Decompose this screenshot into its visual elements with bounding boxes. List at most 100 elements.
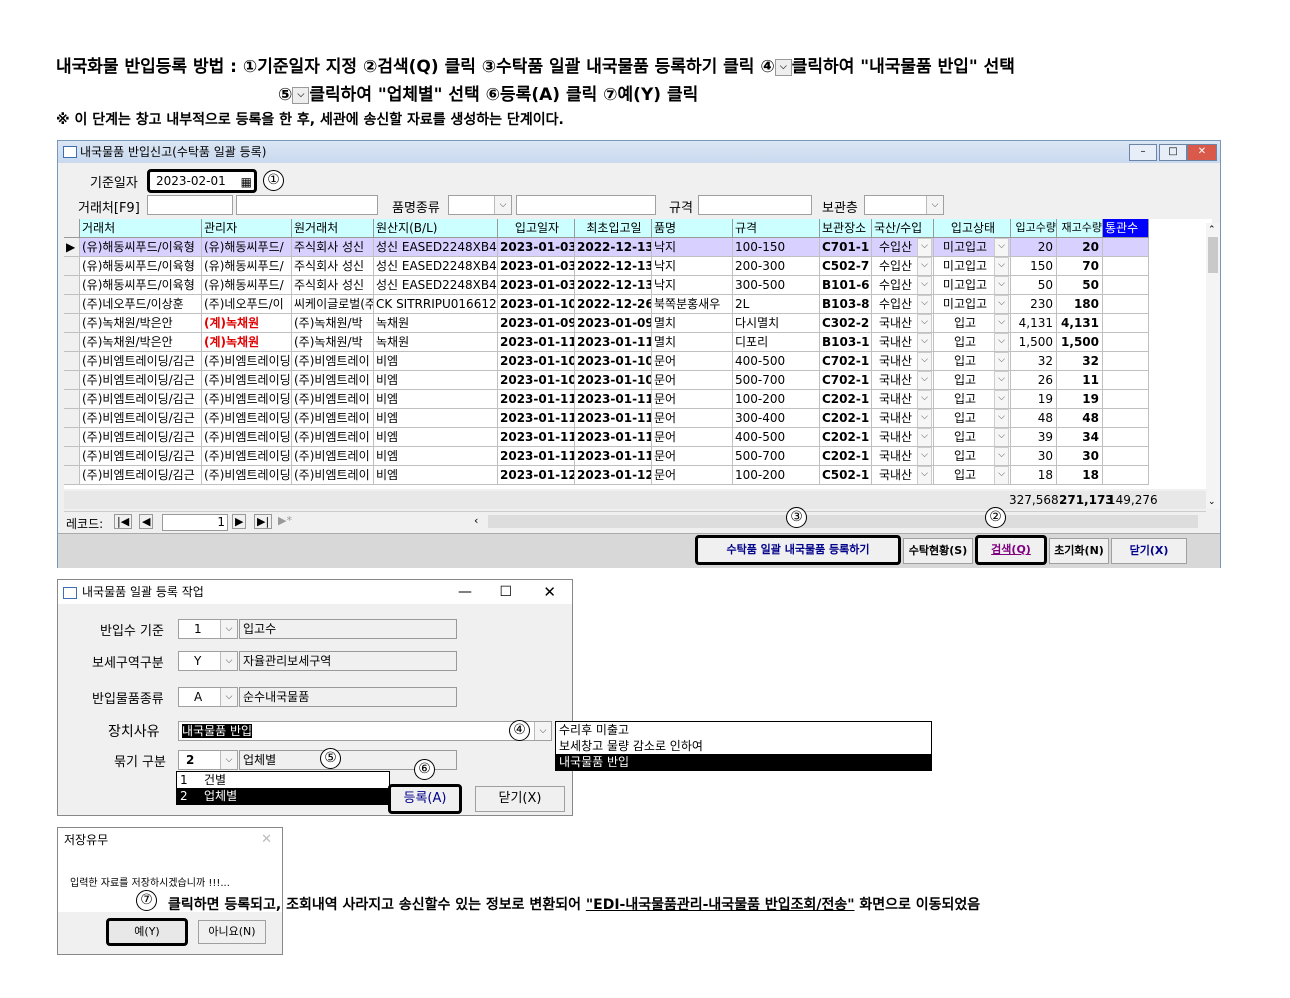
row-selector[interactable] (64, 390, 80, 409)
table-cell[interactable]: 낙지 (652, 238, 733, 257)
table-cell[interactable]: 2023-01-11 (575, 409, 652, 428)
table-row[interactable]: (주)비엠트레이딩/김근 (주)비엠트레이딩 (주)비엠트레이 비엠 2023-01-1… (64, 371, 1149, 390)
table-cell[interactable]: 2023-01-11 (498, 409, 575, 428)
table-cell[interactable]: 2023-01-03 (498, 276, 575, 295)
row-selector[interactable] (64, 276, 80, 295)
table-cell[interactable]: 수입산 (872, 257, 934, 276)
table-cell[interactable]: 문어 (652, 352, 733, 371)
table-row[interactable]: (유)해동씨푸드/이육형 (유)해동씨푸드/주식회사 성신 성신 EASED2248… (64, 276, 1149, 295)
table-cell[interactable]: 2023-01-11 (498, 447, 575, 466)
table-cell[interactable]: 국내산 (872, 390, 934, 409)
table-row[interactable]: ▶ (유)해동씨푸드/이육형 (유)해동씨푸드/주식회사 성신 성신 EASED224… (64, 238, 1149, 257)
table-cell[interactable]: 50 (1011, 276, 1057, 295)
table-cell[interactable]: 2023-01-11 (575, 447, 652, 466)
table-cell[interactable]: 미고입고 (934, 295, 1011, 314)
table-row[interactable]: (주)비엠트레이딩/김근 (주)비엠트레이딩 (주)비엠트레이 비엠 2023-01-1… (64, 390, 1149, 409)
last-record-icon[interactable]: ▶| (254, 514, 273, 529)
table-cell[interactable]: 70 (1057, 257, 1103, 276)
table-cell[interactable]: 2023-01-10 (575, 352, 652, 371)
table-cell[interactable]: 1,500 (1011, 333, 1057, 352)
table-cell[interactable]: 300-400 (733, 409, 820, 428)
col-header[interactable]: 원산지(B/L) (374, 219, 498, 238)
reset-button[interactable]: 초기화(N) (1049, 538, 1109, 564)
bulk-register-button[interactable]: 수탁품 일괄 내국물품 등록하기 (695, 535, 901, 565)
table-cell[interactable]: 48 (1057, 409, 1103, 428)
table-cell[interactable]: 4,131 (1011, 314, 1057, 333)
scroll-thumb[interactable] (1208, 237, 1218, 273)
row-selector[interactable] (64, 428, 80, 447)
close-icon[interactable]: ✕ (261, 828, 272, 852)
table-row[interactable]: (주)녹채원/박은안 (계)녹채원 (주)녹채원/박 녹채원 2023-01-09 202… (64, 314, 1149, 333)
table-cell[interactable]: 입고 (934, 314, 1011, 333)
table-cell[interactable]: (계)녹채원 (202, 314, 292, 333)
table-cell[interactable]: 비엠 (374, 390, 498, 409)
table-cell[interactable]: 2023-01-12 (575, 466, 652, 485)
table-cell[interactable]: 국내산 (872, 447, 934, 466)
table-cell[interactable]: (주)녹채원/박 (292, 333, 374, 352)
horizontal-scrollbar[interactable] (488, 515, 1198, 528)
table-cell[interactable]: 국내산 (872, 466, 934, 485)
item-name-input[interactable] (516, 195, 656, 215)
table-cell[interactable]: 다시멸치 (733, 314, 820, 333)
register-button[interactable]: 등록(A) (388, 784, 462, 814)
table-cell[interactable]: 주식회사 성신 (292, 257, 374, 276)
table-cell[interactable]: (주)비엠트레이딩 (202, 466, 292, 485)
group-option[interactable]: 1 건별 (177, 772, 389, 788)
row-selector[interactable] (64, 447, 80, 466)
col-header[interactable]: 입고상태 (934, 219, 1011, 238)
table-cell[interactable]: 150 (1011, 257, 1057, 276)
table-cell[interactable]: 2022-12-26 (575, 295, 652, 314)
table-cell[interactable]: 문어 (652, 390, 733, 409)
chevron-down-icon[interactable]: ⌵ (220, 652, 237, 670)
yes-button[interactable]: 예(Y) (106, 918, 188, 946)
table-row[interactable]: (주)비엠트레이딩/김근 (주)비엠트레이딩 (주)비엠트레이 비엠 2023-01-1… (64, 409, 1149, 428)
table-cell[interactable]: 400-500 (733, 352, 820, 371)
client-code-input[interactable] (147, 195, 233, 215)
table-cell[interactable]: C202-1 (820, 428, 872, 447)
table-cell[interactable]: 입고 (934, 409, 1011, 428)
reason-option-selected[interactable]: 내국물품 반입 (556, 754, 931, 770)
next-record-icon[interactable]: ▶ (232, 514, 247, 529)
table-cell[interactable]: 주식회사 성신 (292, 238, 374, 257)
close-window-button[interactable]: ✕ (1187, 144, 1217, 161)
table-cell[interactable]: 낙지 (652, 257, 733, 276)
table-cell[interactable]: 성신 EASED2248XB409 (374, 257, 498, 276)
table-cell[interactable]: 2022-12-13 (575, 238, 652, 257)
table-cell[interactable] (1103, 295, 1149, 314)
table-cell[interactable]: (주)비엠트레이딩/김근 (80, 428, 202, 447)
table-cell[interactable]: 비엠 (374, 466, 498, 485)
table-cell[interactable]: 미고입고 (934, 238, 1011, 257)
table-cell[interactable]: 2023-01-11 (498, 428, 575, 447)
table-cell[interactable]: 녹채원 (374, 333, 498, 352)
table-cell[interactable]: 문어 (652, 447, 733, 466)
table-row[interactable]: (주)비엠트레이딩/김근 (주)비엠트레이딩 (주)비엠트레이 비엠 2023-01-1… (64, 352, 1149, 371)
table-cell[interactable]: 39 (1011, 428, 1057, 447)
table-cell[interactable]: CK SITRRIPU016612 (374, 295, 498, 314)
table-cell[interactable] (1103, 371, 1149, 390)
minimize-button[interactable]: – (1129, 144, 1157, 161)
first-record-icon[interactable]: |◀ (114, 514, 133, 529)
table-cell[interactable]: 50 (1057, 276, 1103, 295)
table-cell[interactable]: 100-200 (733, 466, 820, 485)
table-cell[interactable]: (주)비엠트레이딩 (202, 390, 292, 409)
table-cell[interactable]: 2023-01-03 (498, 238, 575, 257)
table-cell[interactable]: 230 (1011, 295, 1057, 314)
scroll-down-icon[interactable]: ⌄ (1208, 497, 1216, 507)
bonded-select[interactable]: Y ⌵ (178, 651, 238, 671)
table-cell[interactable]: (주)비엠트레이 (292, 352, 374, 371)
new-record-icon[interactable]: ▶* (278, 514, 292, 527)
item-kind-select[interactable]: A ⌵ (178, 687, 238, 707)
vertical-scrollbar[interactable]: ⌃ ⌄ (1206, 223, 1220, 509)
row-selector[interactable] (64, 371, 80, 390)
table-cell[interactable]: 2022-12-13 (575, 276, 652, 295)
col-header[interactable]: 원거래처 (292, 219, 374, 238)
col-header[interactable]: 관리자 (202, 219, 292, 238)
reason-option[interactable]: 보세창고 물량 감소로 인하여 (556, 738, 931, 754)
table-cell[interactable]: 국내산 (872, 352, 934, 371)
table-cell[interactable]: C302-2 (820, 314, 872, 333)
scroll-left-icon[interactable]: ‹ (474, 514, 478, 527)
table-cell[interactable]: (주)비엠트레이 (292, 428, 374, 447)
prev-record-icon[interactable]: ◀ (139, 514, 154, 529)
chevron-down-icon[interactable]: ⌵ (494, 196, 511, 214)
table-cell[interactable]: C702-1 (820, 352, 872, 371)
